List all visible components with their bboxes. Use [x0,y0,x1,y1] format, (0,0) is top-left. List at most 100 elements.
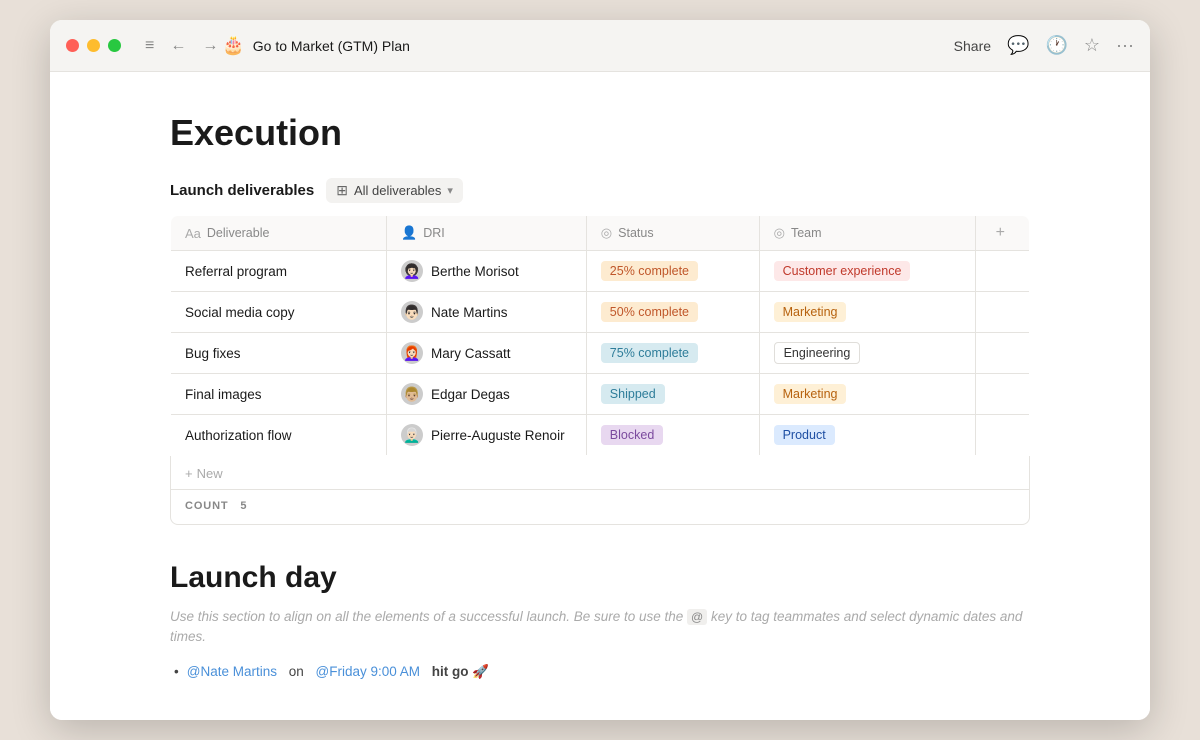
dri-name: Pierre-Auguste Renoir [431,428,565,443]
chevron-down-icon: ▾ [447,184,453,197]
more-options-icon[interactable]: ··· [1116,35,1134,56]
avatar: 👨🏻 [401,301,423,323]
star-icon[interactable]: ☆ [1084,35,1100,56]
table-footer: + New COUNT 5 [170,456,1030,525]
dri-name: Mary Cassatt [431,346,511,361]
dri-name: Edgar Degas [431,387,510,402]
count-label: COUNT [185,500,229,512]
circle-icon: ◎ [601,225,612,241]
table-row: Bug fixes 👩🏻‍🦰 Mary Cassatt 75% complete… [171,333,1030,374]
launch-day-subtitle: Use this section to align on all the ele… [170,607,1030,648]
titlebar-actions: Share 💬 🕐 ☆ ··· [954,35,1134,56]
dri-name: Berthe Morisot [431,264,519,279]
launch-day-section: Launch day Use this section to align on … [170,561,1030,680]
page-title: Go to Market (GTM) Plan [253,38,410,54]
maximize-button[interactable] [108,39,121,52]
bullet-hit-go: hit go 🚀 [428,664,489,680]
cell-dri: 👨🏻‍🦳 Pierre-Auguste Renoir [387,415,587,456]
new-row-label: New [197,466,223,481]
titlebar: ≡ ← → 🎂 Go to Market (GTM) Plan Share 💬 … [50,20,1150,72]
cell-add [975,292,1029,333]
status-badge: 50% complete [601,302,698,322]
table-row: Referral program 👩🏻‍🦱 Berthe Morisot 25%… [171,251,1030,292]
table-row: Social media copy 👨🏻 Nate Martins 50% co… [171,292,1030,333]
avatar: 👨🏻‍🦳 [401,424,423,446]
forward-button[interactable]: → [198,35,222,57]
cell-add [975,374,1029,415]
cell-status: Blocked [586,415,759,456]
table-header-row: Launch deliverables ⊞ All deliverables ▾ [170,178,1030,203]
person-icon: 👤 [401,225,417,241]
team-badge: Product [774,425,835,445]
cell-dri: 👩🏻‍🦱 Berthe Morisot [387,251,587,292]
col-header-dri: 👤 DRI [387,216,587,251]
table-row: Authorization flow 👨🏻‍🦳 Pierre-Auguste R… [171,415,1030,456]
table-body: Referral program 👩🏻‍🦱 Berthe Morisot 25%… [171,251,1030,456]
bullet-on: on [285,664,308,679]
cell-team: Customer experience [759,251,975,292]
minimize-button[interactable] [87,39,100,52]
status-badge: 75% complete [601,343,698,363]
table-header: Aa Deliverable 👤 DRI ◎ Status [171,216,1030,251]
close-button[interactable] [66,39,79,52]
table-row: Final images 👨🏼 Edgar Degas Shipped Mark… [171,374,1030,415]
team-badge: Marketing [774,302,847,322]
table-section-label: Launch deliverables [170,182,314,199]
team-badge: Engineering [774,342,861,364]
team-badge: Customer experience [774,261,911,281]
new-row-button[interactable]: + New [185,466,223,481]
col-header-team: ◎ Team [759,216,975,251]
col-header-deliverable: Aa Deliverable [171,216,387,251]
cell-status: 25% complete [586,251,759,292]
cell-dri: 👩🏻‍🦰 Mary Cassatt [387,333,587,374]
cell-add [975,415,1029,456]
cell-team: Engineering [759,333,975,374]
comment-icon[interactable]: 💬 [1007,35,1029,56]
sidebar-toggle-button[interactable]: ≡ [141,35,158,57]
mention-friday: @Friday 9:00 AM [316,664,421,679]
launch-day-title: Launch day [170,561,1030,595]
cell-deliverable: Social media copy [171,292,387,333]
new-row-area: + New [171,458,1029,490]
cell-status: Shipped [586,374,759,415]
section-title: Execution [170,112,1030,154]
share-button[interactable]: Share [954,38,991,54]
col-header-status: ◎ Status [586,216,759,251]
cell-status: 75% complete [586,333,759,374]
count-value: 5 [240,500,247,512]
status-badge: 25% complete [601,261,698,281]
cell-team: Marketing [759,374,975,415]
view-selector-button[interactable]: ⊞ All deliverables ▾ [326,178,463,203]
page-emoji: 🎂 [222,35,244,56]
status-badge: Shipped [601,384,665,404]
app-window: ≡ ← → 🎂 Go to Market (GTM) Plan Share 💬 … [50,20,1150,720]
plus-icon: + [185,466,193,481]
history-icon[interactable]: 🕐 [1045,35,1067,56]
add-column-button[interactable]: + [990,224,1011,242]
deliverables-table: Aa Deliverable 👤 DRI ◎ Status [170,215,1030,456]
status-badge: Blocked [601,425,663,445]
count-row: COUNT 5 [171,490,1029,522]
page-title-area: 🎂 Go to Market (GTM) Plan [222,35,410,56]
at-symbol: @ [687,609,707,625]
add-column-header: + [975,216,1029,251]
cell-team: Product [759,415,975,456]
cell-deliverable: Final images [171,374,387,415]
cell-team: Marketing [759,292,975,333]
table-icon: ⊞ [336,182,348,199]
cell-deliverable: Referral program [171,251,387,292]
traffic-lights [66,39,121,52]
cell-status: 50% complete [586,292,759,333]
circle-icon-2: ◎ [774,225,785,241]
text-icon: Aa [185,226,201,241]
mention-nate: @Nate Martins [187,664,277,679]
bullet-item: @Nate Martins on @Friday 9:00 AM hit go … [170,664,1030,680]
cell-deliverable: Authorization flow [171,415,387,456]
cell-dri: 👨🏻 Nate Martins [387,292,587,333]
cell-deliverable: Bug fixes [171,333,387,374]
avatar: 👩🏻‍🦰 [401,342,423,364]
cell-add [975,333,1029,374]
back-button[interactable]: ← [166,35,190,57]
cell-dri: 👨🏼 Edgar Degas [387,374,587,415]
avatar: 👨🏼 [401,383,423,405]
